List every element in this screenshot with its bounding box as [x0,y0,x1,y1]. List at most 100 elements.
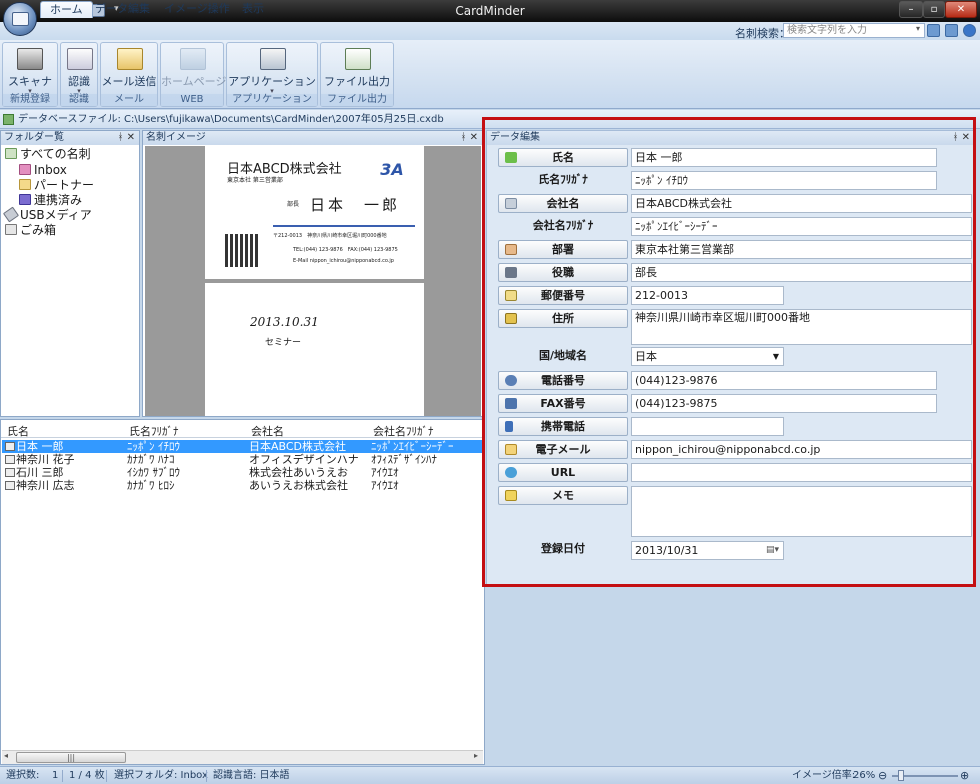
tab-data-edit[interactable]: データ編集 [86,1,159,18]
folder-trash[interactable]: ごみ箱 [5,223,56,238]
address-button[interactable]: 住所 [498,309,628,328]
fax-field[interactable]: (044)123-9875 [631,394,937,413]
email-field[interactable]: nippon_ichirou@nipponabcd.co.jp [631,440,972,459]
cell-name: 石川 三郎 [16,466,64,479]
globe-icon [180,48,206,70]
table-row[interactable]: 神奈川 花子 ｶﾅｶﾞﾜ ﾊﾅｺ オフィスデザインハナ ｵﾌｨｽﾃﾞｻﾞｲﾝﾊﾅ [2,453,483,466]
field-label: 住所 [552,312,574,325]
company-field[interactable]: 日本ABCD株式会社 [631,194,972,213]
recognize-icon [67,48,93,70]
group-recognition: 認識 ▾ 認識 [60,42,98,107]
folder-usb-media[interactable]: USBメディア [2,206,92,223]
pane-pin-close-icon[interactable]: ᚼ ✕ [460,131,478,145]
header-divider [1,437,484,438]
help-icon[interactable] [963,24,976,37]
phone-icon [505,375,517,386]
name-button[interactable]: 氏名 [498,148,628,167]
cell-company: オフィスデザインハナ [249,453,359,466]
dept-field[interactable]: 東京本社第三営業部 [631,240,972,259]
country-select[interactable]: 日本 ▼ [631,347,784,366]
calendar-icon[interactable]: ▤▾ [766,542,779,559]
table-row[interactable]: 石川 三郎 ｲｼｶﾜ ｻﾌﾞﾛｳ 株式会社あいうえお ｱｲｳｴｵ [2,466,483,479]
inbox-icon [19,164,31,175]
status-bar: 選択数: 1 1 / 4 枚 選択フォルダ: Inbox 認識言語: 日本語 イ… [0,766,980,784]
zoom-out-icon[interactable]: ⊖ [878,767,887,784]
scroll-right-icon[interactable]: ▸ [474,751,478,760]
phone-field[interactable]: (044)123-9876 [631,371,937,390]
group-caption: 認識 [61,94,97,106]
field-label: 携帯電話 [541,420,585,433]
maximize-button[interactable]: ▫ [923,1,945,18]
pane-pin-close-icon[interactable]: ᚼ ✕ [117,131,135,145]
table-row[interactable]: 神奈川 広志 ｶﾅｶﾞﾜ ﾋﾛｼ あいうえお株式会社 ｱｲｳｴｵ [2,479,483,492]
email-button[interactable]: 電子メール [498,440,628,459]
memo-button[interactable]: メモ [498,486,628,505]
folder-linked[interactable]: 連携済み [19,193,82,208]
field-label: 郵便番号 [541,289,585,302]
card-handwritten-date: 2013.10.31 [250,315,319,329]
postal-field[interactable]: 212-0013 [631,286,784,305]
cards-icon [5,148,17,159]
table-row[interactable]: 日本 一郎 ﾆｯﾎﾟﾝ ｲﾁﾛｳ 日本ABCD株式会社 ﾆｯﾎﾟﾝｴｲﾋﾞｰｼｰ… [2,440,483,453]
url-button[interactable]: URL [498,463,628,482]
search-label: 名刺検索： [735,27,790,40]
search-dropdown-icon[interactable]: ▾ [916,24,920,33]
name-field[interactable]: 日本 一郎 [631,148,937,167]
folder-label: USBメディア [20,208,92,222]
scrollbar-thumb[interactable]: ||| [16,752,126,763]
zoom-value: 26% [853,770,876,781]
pane-header: データ編集 ᚼ ✕ [487,131,974,145]
folder-partner[interactable]: パートナー [19,178,94,193]
mail-icon [117,48,143,70]
mobile-button[interactable]: 携帯電話 [498,417,628,436]
tab-home[interactable]: ホーム [40,1,93,18]
person-icon [505,152,517,163]
search-next-icon[interactable] [945,24,958,37]
name-kana-field[interactable]: ﾆｯﾎﾟﾝ ｲﾁﾛｳ [631,171,937,190]
group-caption: アプリケーション [227,94,317,106]
country-value: 日本 [635,350,657,363]
card-tel: TEL:(044) 123-9876 FAX:(044) 123-9875 [293,247,398,253]
position-button[interactable]: 役職 [498,263,628,282]
tab-image-ops[interactable]: イメージ操作 [155,1,239,18]
send-mail-button[interactable]: メール送信 [101,73,157,89]
address-field[interactable]: 神奈川県川崎市幸区堀川町000番地 [631,309,972,345]
file-output-button[interactable]: ファイル出力 [321,73,393,89]
group-caption: ファイル出力 [321,94,393,106]
position-field[interactable]: 部長 [631,263,972,282]
phone-button[interactable]: 電話番号 [498,371,628,390]
scroll-left-icon[interactable]: ◂ [4,751,8,760]
trash-icon [5,224,17,235]
cell-company-kana: ﾆｯﾎﾟﾝｴｲﾋﾞｰｼｰﾃﾞｰ [371,440,454,453]
group-caption: 新規登録 [3,94,57,106]
company-button[interactable]: 会社名 [498,194,628,213]
tab-view[interactable]: 表示 [233,1,273,18]
dept-button[interactable]: 部署 [498,240,628,259]
zoom-in-icon[interactable]: ⊕ [960,767,969,784]
close-button[interactable]: ✕ [945,1,977,18]
folder-inbox[interactable]: Inbox [19,163,67,178]
reg-date-field[interactable]: 2013/10/31 ▤▾ [631,541,784,560]
memo-field[interactable] [631,486,972,537]
app-menu-button[interactable] [3,2,37,36]
folder-all-cards[interactable]: すべての名刺 [5,147,91,162]
homepage-button[interactable]: ホームページ [161,73,226,89]
postal-button[interactable]: 郵便番号 [498,286,628,305]
minimize-button[interactable]: – [899,1,923,18]
field-label: FAX番号 [540,397,586,410]
cell-name: 神奈川 広志 [16,479,75,492]
card-position: 部長 [287,201,300,208]
pane-pin-close-icon[interactable]: ᚼ ✕ [952,131,970,145]
name-kana-label: 氏名ﾌﾘｶﾞﾅ [538,173,588,186]
fax-button[interactable]: FAX番号 [498,394,628,413]
mail-icon [505,444,517,455]
search-input[interactable]: 検索文字列を入力 [783,23,925,38]
card-icon [5,442,15,451]
field-label: 役職 [552,266,574,279]
search-icon[interactable] [927,24,940,37]
url-field[interactable] [631,463,972,482]
file-output-icon [345,48,371,70]
company-kana-field[interactable]: ﾆｯﾎﾟﾝｴｲﾋﾞｰｼｰﾃﾞｰ [631,217,972,236]
mobile-field[interactable] [631,417,784,436]
zoom-slider-thumb[interactable] [898,770,904,781]
